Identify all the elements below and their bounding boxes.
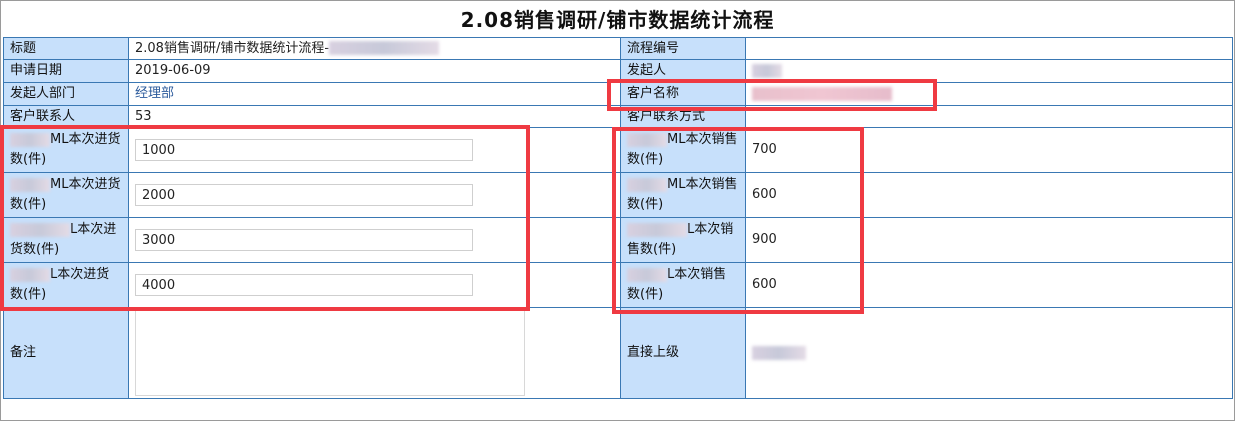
highlight-sales-qty — [612, 127, 864, 314]
supervisor-value — [745, 307, 1233, 399]
title-label: 标题 — [3, 37, 129, 60]
department-label: 发起人部门 — [3, 82, 129, 106]
supervisor-label: 直接上级 — [620, 307, 746, 399]
form-title: 2.08销售调研/铺市数据统计流程 — [460, 8, 775, 32]
apply-date-value: 2019-06-09 — [128, 59, 621, 83]
process-number-label: 流程编号 — [620, 37, 746, 60]
remark-textarea[interactable] — [135, 310, 525, 396]
apply-date-label: 申请日期 — [3, 59, 129, 83]
highlight-purchase-qty — [0, 125, 530, 311]
title-value: 2.08销售调研/铺市数据统计流程- — [128, 37, 621, 60]
highlight-customer-name — [607, 79, 937, 111]
department-value: 经理部 — [128, 82, 621, 106]
process-number-value — [745, 37, 1233, 60]
remark-cell — [128, 307, 621, 399]
remark-label: 备注 — [3, 307, 129, 399]
